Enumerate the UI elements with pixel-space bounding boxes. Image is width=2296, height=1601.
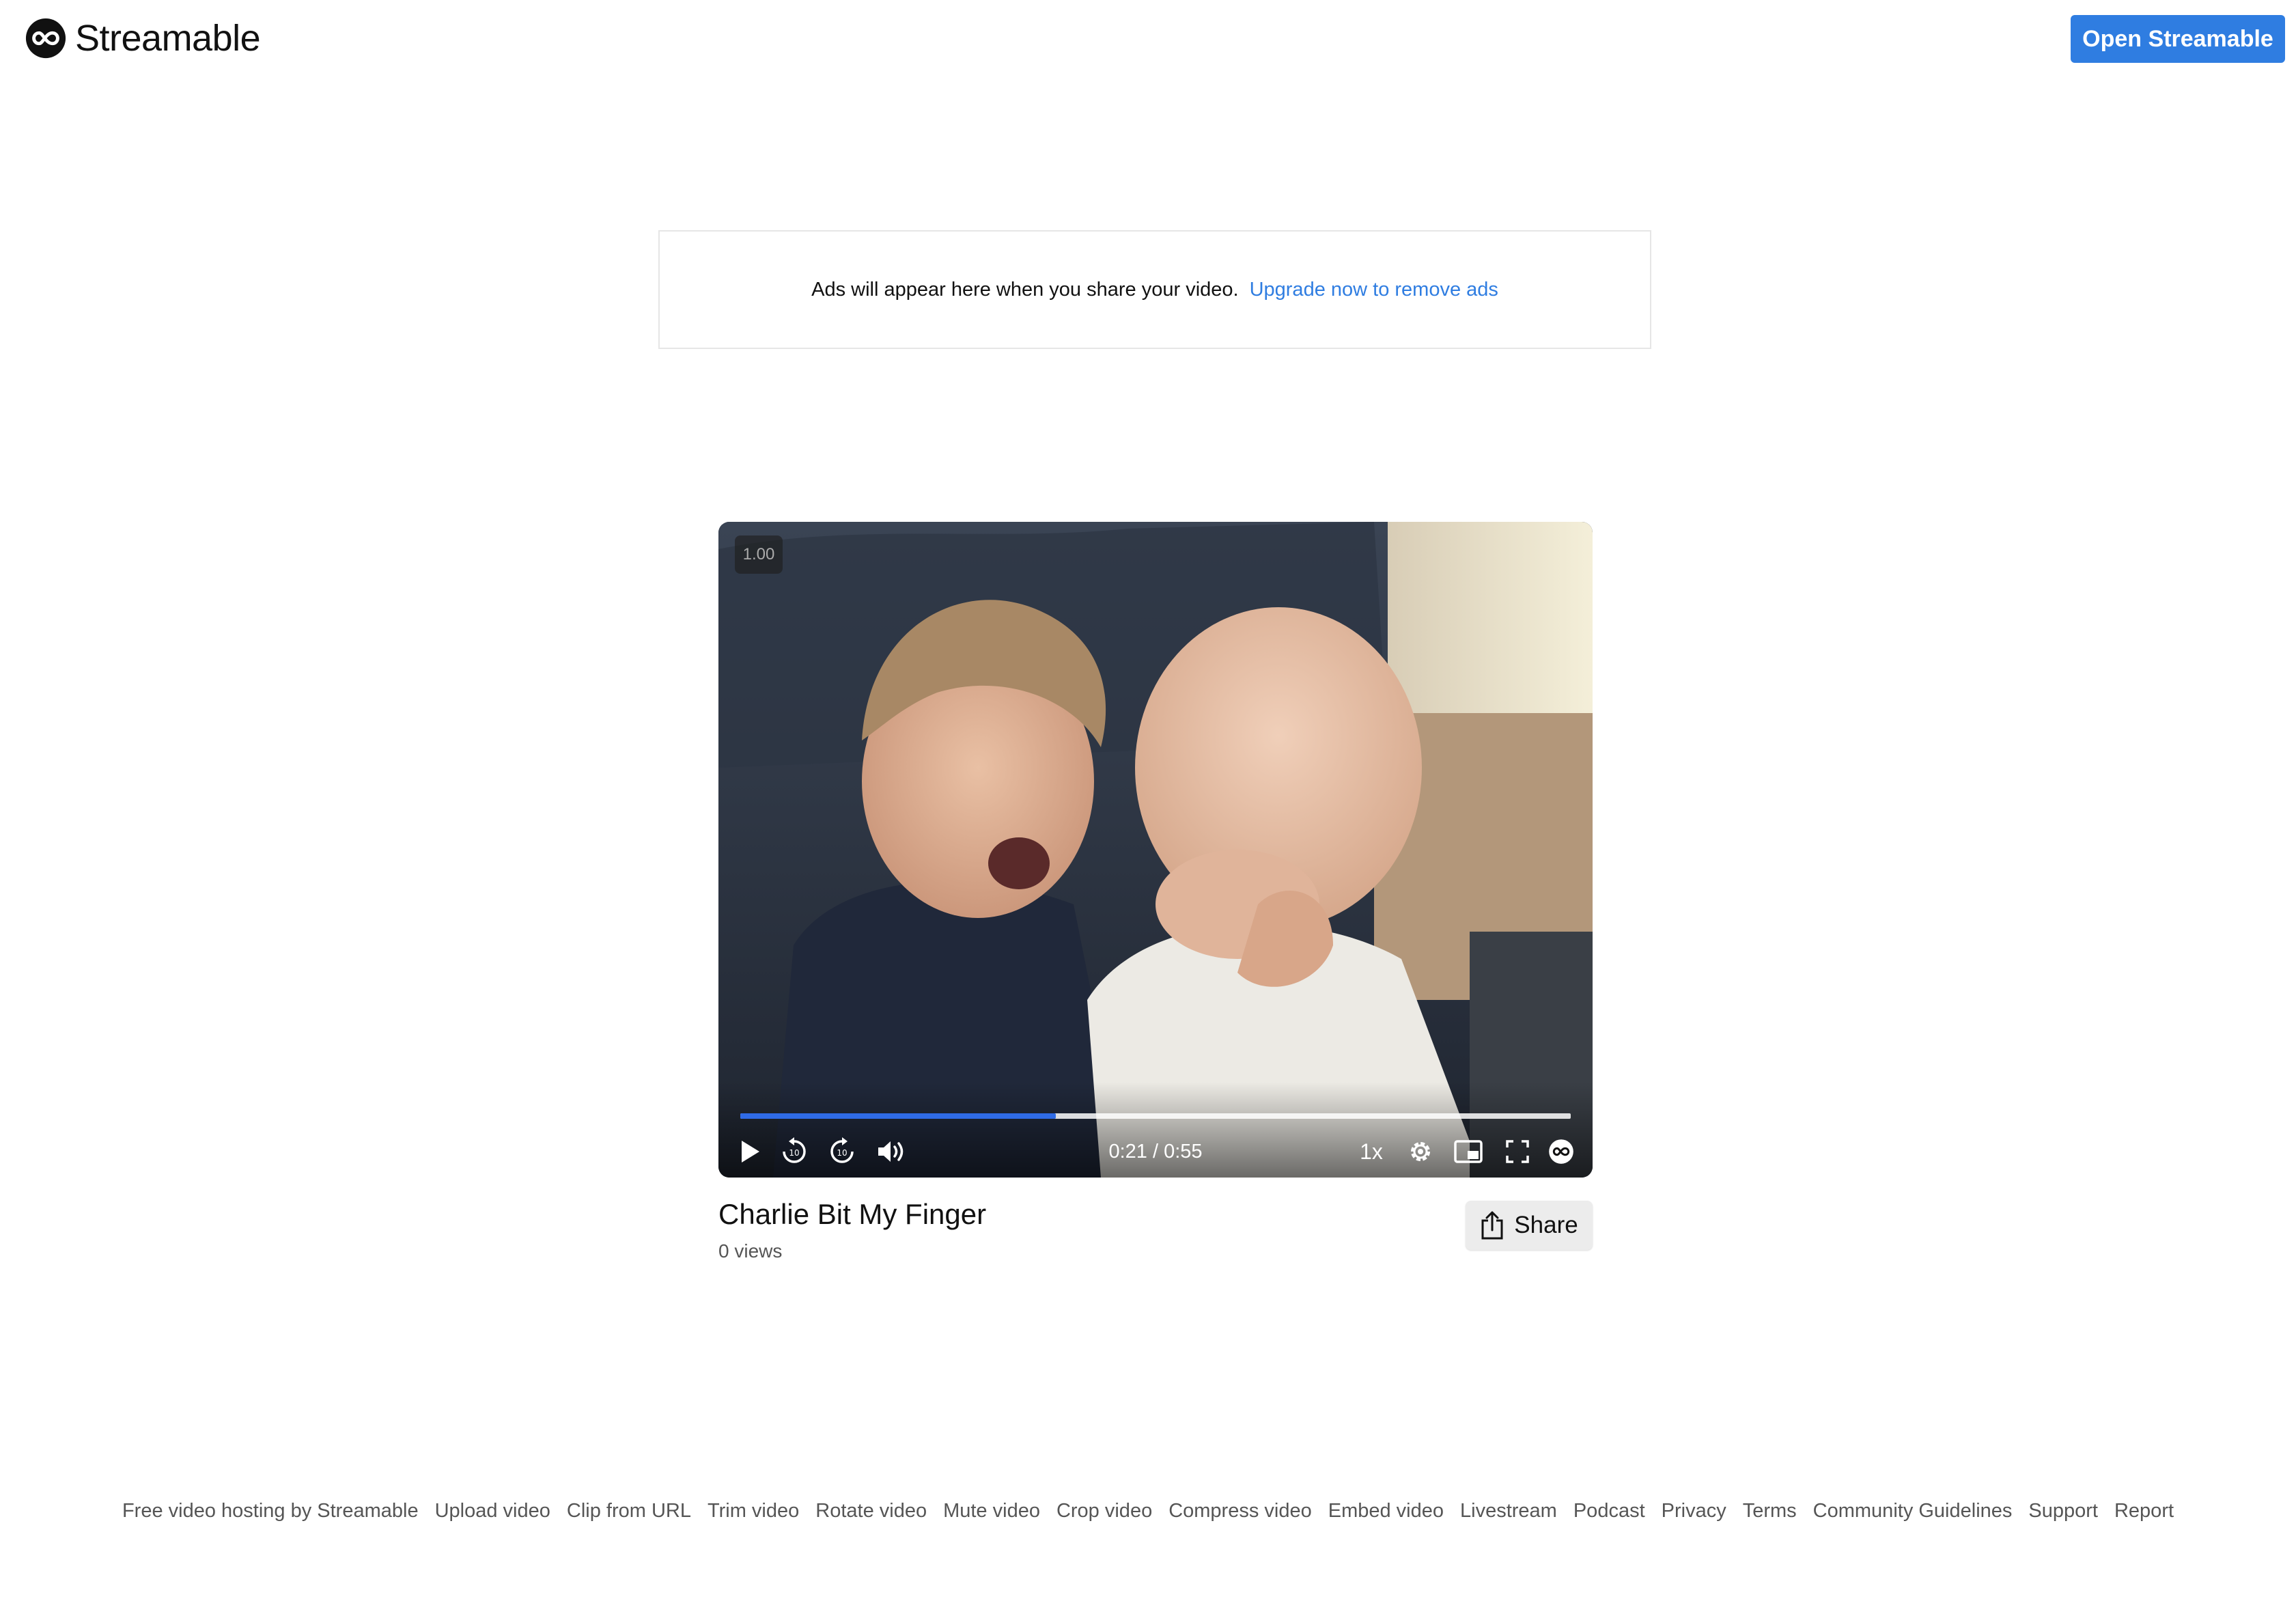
footer-link[interactable]: Terms — [1743, 1500, 1797, 1522]
footer-link[interactable]: Mute video — [943, 1500, 1040, 1522]
footer-link[interactable]: Livestream — [1460, 1500, 1557, 1522]
picture-in-picture-button[interactable] — [1448, 1130, 1489, 1173]
play-button[interactable] — [732, 1130, 768, 1173]
fullscreen-icon — [1506, 1140, 1529, 1163]
footer-link[interactable]: Free video hosting by Streamable — [122, 1500, 419, 1522]
share-button[interactable]: Share — [1466, 1201, 1593, 1250]
footer-link[interactable]: Clip from URL — [567, 1500, 691, 1522]
forward-10-button[interactable]: 10 — [822, 1130, 862, 1173]
svg-text:10: 10 — [837, 1148, 847, 1158]
streamable-logo-icon — [25, 18, 66, 59]
ad-text: Ads will appear here when you share your… — [811, 278, 1239, 301]
ad-placeholder: Ads will appear here when you share your… — [658, 230, 1651, 349]
upgrade-link[interactable]: Upgrade now to remove ads — [1250, 279, 1498, 301]
video-frame[interactable] — [718, 522, 1593, 1178]
footer-link[interactable]: Podcast — [1573, 1500, 1645, 1522]
fullscreen-button[interactable] — [1498, 1130, 1537, 1173]
time-display: 0:21 / 0:55 — [1108, 1140, 1203, 1163]
video-title: Charlie Bit My Finger — [718, 1198, 987, 1230]
open-streamable-button[interactable]: Open Streamable — [2071, 15, 2285, 63]
forward-10-icon: 10 — [830, 1137, 854, 1163]
footer-link[interactable]: Upload video — [435, 1500, 550, 1522]
view-count: 0 views — [718, 1240, 783, 1262]
settings-button[interactable] — [1401, 1130, 1440, 1173]
footer-link[interactable]: Compress video — [1168, 1500, 1312, 1522]
progress-bar[interactable] — [740, 1113, 1571, 1119]
footer-link[interactable]: Report — [2114, 1500, 2174, 1522]
play-icon — [742, 1141, 759, 1163]
svg-text:10: 10 — [789, 1148, 799, 1158]
streamable-player-logo-button[interactable] — [1542, 1130, 1580, 1173]
video-player[interactable]: 1.00 10 10 0:21 / 0:55 1x — [718, 522, 1593, 1178]
playback-rate-button[interactable]: 1x — [1355, 1130, 1388, 1173]
rewind-10-button[interactable]: 10 — [774, 1130, 814, 1173]
picture-in-picture-icon — [1454, 1140, 1483, 1163]
footer-link[interactable]: Rotate video — [815, 1500, 927, 1522]
footer-links: Free video hosting by Streamable Upload v… — [0, 1496, 2296, 1526]
volume-button[interactable] — [871, 1130, 912, 1173]
footer-link[interactable]: Crop video — [1056, 1500, 1152, 1522]
logo-text: Streamable — [75, 18, 261, 59]
streamable-logo-icon — [1549, 1139, 1573, 1164]
video-meta: Charlie Bit My Finger 0 views Share — [718, 1198, 1593, 1273]
streamable-logo[interactable]: Streamable — [25, 16, 261, 60]
footer-link[interactable]: Support — [2028, 1500, 2098, 1522]
footer-link[interactable]: Community Guidelines — [1813, 1500, 2013, 1522]
progress-fill — [740, 1113, 1056, 1119]
footer-link[interactable]: Embed video — [1328, 1500, 1444, 1522]
top-header: Streamable Open Streamable — [0, 0, 2296, 82]
rewind-10-icon: 10 — [783, 1137, 806, 1163]
share-label: Share — [1514, 1212, 1578, 1238]
footer-link[interactable]: Privacy — [1662, 1500, 1726, 1522]
speed-overlay: 1.00 — [735, 535, 783, 574]
settings-gear-icon — [1411, 1142, 1430, 1161]
share-icon — [1481, 1211, 1503, 1240]
volume-icon — [878, 1141, 904, 1162]
footer-link[interactable]: Trim video — [708, 1500, 799, 1522]
